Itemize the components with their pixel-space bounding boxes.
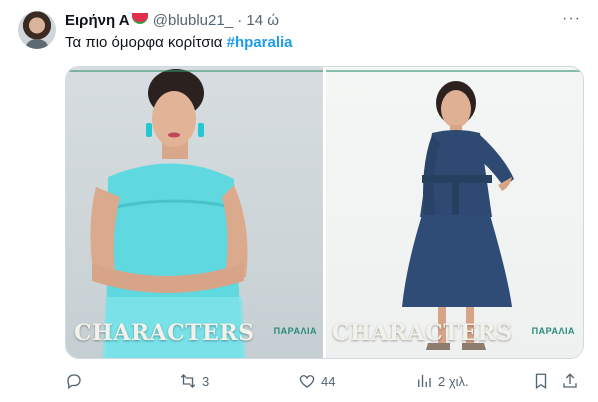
paralia-logo-right: ΠΑΡΑΛΙΑ	[531, 326, 575, 336]
photo-right[interactable]: CHARACTERS ΠΑΡΑΛΙΑ	[326, 67, 583, 358]
views-count: 2 χιλ.	[438, 373, 469, 389]
heart-icon	[299, 375, 315, 388]
tweet-actions: 3 44 2 χιλ.	[65, 370, 582, 392]
media-grid: CHARACTERS ΠΑΡΑΛΙΑ CHARACTERS ΠΑΡΑΛΙΑ	[65, 66, 584, 359]
retweet-count: 3	[202, 373, 210, 389]
more-options-icon[interactable]: ···	[562, 11, 580, 28]
avatar[interactable]	[18, 11, 56, 49]
like-count: 44	[321, 373, 336, 389]
author-name[interactable]: Ειρήνη Α	[65, 12, 130, 29]
bookmark-icon	[535, 373, 547, 390]
tweet-header: Ειρήνη Α @blublu21_ · 14 ώ	[65, 11, 279, 31]
author-handle[interactable]: @blublu21_	[153, 12, 233, 29]
woman-turquoise-dress-illustration	[90, 69, 248, 358]
photo-left[interactable]: CHARACTERS ΠΑΡΑΛΙΑ	[66, 67, 323, 358]
share-icon	[563, 373, 577, 388]
photo-top-line	[326, 70, 583, 72]
separator-dot: ·	[237, 12, 243, 29]
paralia-logo-left: ΠΑΡΑΛΙΑ	[273, 326, 317, 336]
tweet-body: Τα πιο όμορφα κορίτσια	[65, 34, 227, 51]
views-chart-icon	[418, 375, 431, 387]
hashtag-link[interactable]: #hparalia	[227, 34, 293, 51]
photo-top-line	[66, 70, 323, 72]
bookmark-button[interactable]	[532, 370, 550, 392]
tweet-text: Τα πιο όμορφα κορίτσια #hparalia	[65, 33, 293, 53]
watermelon-emoji-icon	[131, 13, 148, 24]
characters-caption-left: CHARACTERS	[74, 320, 255, 346]
retweet-icon	[180, 374, 196, 388]
reply-icon	[67, 374, 81, 390]
reply-button[interactable]	[65, 370, 83, 392]
views-button[interactable]: 2 χιλ.	[415, 370, 469, 392]
like-button[interactable]: 44	[298, 370, 335, 392]
tweet-time[interactable]: 14 ώ	[246, 12, 279, 29]
characters-caption-right: CHARACTERS	[332, 320, 513, 346]
woman-denim-dress-illustration	[402, 81, 514, 350]
retweet-button[interactable]: 3	[179, 370, 209, 392]
share-button[interactable]	[561, 370, 579, 392]
